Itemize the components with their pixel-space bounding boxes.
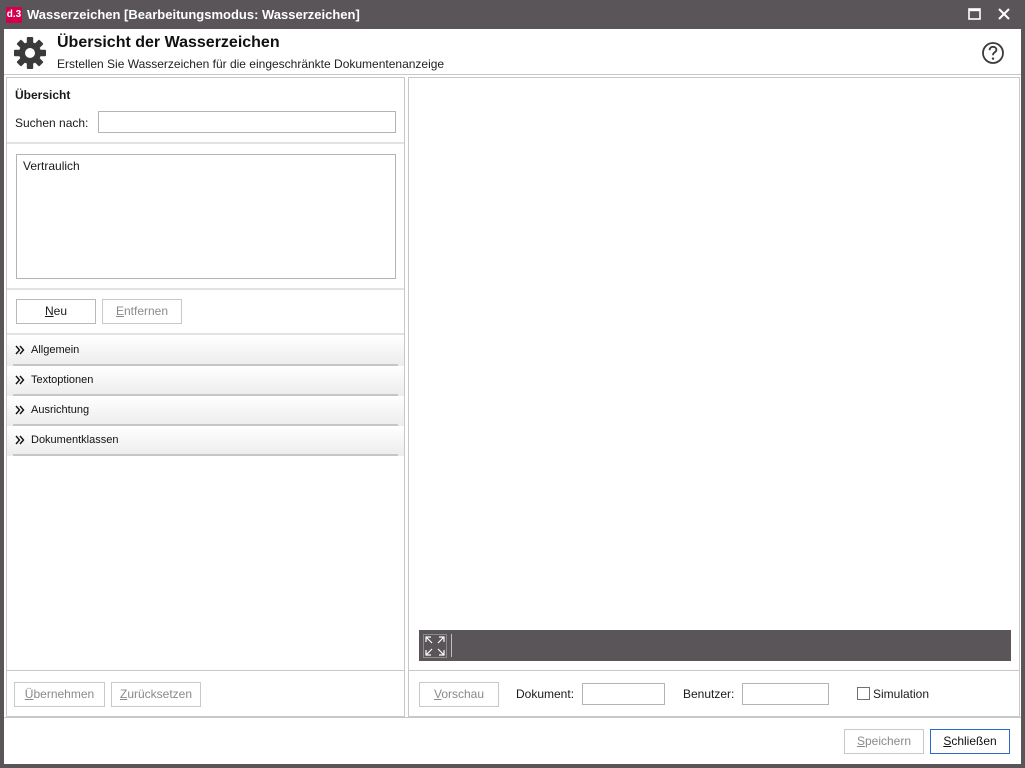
help-icon[interactable]: [981, 41, 1005, 65]
close-icon: [998, 8, 1010, 20]
maximize-icon: [968, 8, 981, 20]
new-button[interactable]: Neu: [16, 299, 96, 324]
user-input[interactable]: [742, 683, 829, 705]
reset-button[interactable]: Zurücksetzen: [111, 682, 201, 707]
double-chevron-right-icon: [15, 405, 25, 415]
header: Übersicht der Wasserzeichen Erstellen Si…: [4, 29, 1021, 75]
window-title: Wasserzeichen [Bearbeitungsmodus: Wasser…: [27, 7, 360, 22]
dialog-body: Übersicht der Wasserzeichen Erstellen Si…: [4, 29, 1021, 764]
accordion-label: Ausrichtung: [31, 404, 90, 416]
double-chevron-right-icon: [15, 345, 25, 355]
simulation-checkbox[interactable]: [857, 687, 870, 700]
overview-panel: Übersicht Suchen nach: Vertraulich Neu E…: [6, 77, 405, 715]
divider: [13, 454, 398, 456]
double-chevron-right-icon: [15, 375, 25, 385]
window: d.3 Wasserzeichen [Bearbeitungsmodus: Wa…: [0, 0, 1025, 768]
list-item[interactable]: Vertraulich: [23, 159, 80, 173]
accordion-dokumentklassen[interactable]: Dokumentklassen: [7, 426, 404, 456]
close-window-button[interactable]: [993, 5, 1015, 25]
accordion-allgemein[interactable]: Allgemein: [7, 336, 404, 366]
footer: Speichern Schließen: [4, 717, 1021, 764]
accordion-label: Textoptionen: [31, 374, 94, 386]
divider: [7, 142, 404, 144]
simulation-label[interactable]: Simulation: [873, 687, 929, 701]
page-title: Übersicht der Wasserzeichen: [57, 34, 280, 51]
watermark-list[interactable]: Vertraulich: [16, 154, 396, 279]
divider: [7, 333, 404, 335]
divider: [451, 634, 452, 657]
maximize-button[interactable]: [963, 5, 985, 25]
user-label: Benutzer:: [683, 687, 735, 701]
accordion-ausrichtung[interactable]: Ausrichtung: [7, 396, 404, 426]
app-logo: d.3: [6, 7, 22, 23]
accordion-textoptionen[interactable]: Textoptionen: [7, 366, 404, 396]
search-input[interactable]: [98, 111, 396, 133]
close-button[interactable]: Schließen: [930, 729, 1010, 754]
apply-button[interactable]: Übernehmen: [14, 682, 105, 707]
title-bar[interactable]: d.3 Wasserzeichen [Bearbeitungsmodus: Wa…: [0, 0, 1025, 29]
document-label: Dokument:: [516, 687, 575, 701]
double-chevron-right-icon: [15, 435, 25, 445]
search-label: Suchen nach:: [15, 116, 89, 130]
remove-button[interactable]: Entfernen: [102, 299, 182, 324]
fullscreen-icon[interactable]: [423, 634, 447, 658]
left-action-bar: Übernehmen Zurücksetzen: [6, 670, 405, 717]
page-subtitle: Erstellen Sie Wasserzeichen für die eing…: [57, 57, 445, 71]
accordion-label: Allgemein: [31, 344, 80, 356]
gear-icon: [14, 37, 46, 69]
save-button[interactable]: Speichern: [844, 729, 924, 754]
preview-panel: [408, 77, 1020, 672]
preview-button[interactable]: Vorschau: [419, 682, 499, 707]
document-input[interactable]: [582, 683, 665, 705]
preview-toolbar: [419, 630, 1011, 661]
preview-action-bar: Vorschau Dokument: Benutzer: Simulation: [408, 670, 1020, 717]
overview-title: Übersicht: [15, 88, 71, 102]
accordion-label: Dokumentklassen: [31, 434, 119, 446]
divider: [7, 288, 404, 290]
